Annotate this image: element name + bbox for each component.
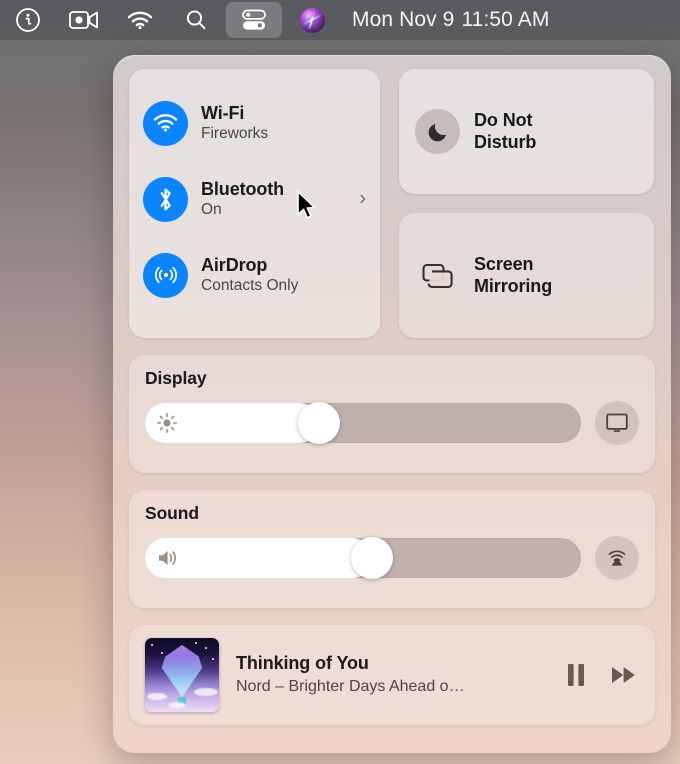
sound-volume-slider[interactable]: [145, 537, 581, 579]
brightness-icon: [156, 412, 178, 434]
siri-orb: [299, 7, 325, 33]
screen-mirroring-tile[interactable]: Screen Mirroring: [399, 213, 654, 338]
volume-icon: [156, 547, 182, 569]
now-playing-text: Thinking of You Nord – Brighter Days Ahe…: [236, 653, 551, 697]
pause-icon[interactable]: [561, 660, 591, 690]
siri-icon[interactable]: [284, 0, 340, 40]
menu-bar: Mon Nov 9 11:50 AM: [0, 0, 680, 40]
screen-record-icon[interactable]: [56, 0, 112, 40]
screen-mirroring-line2: Mirroring: [474, 275, 553, 296]
control-center-icon[interactable]: [226, 2, 282, 38]
airdrop-row[interactable]: AirDrop Contacts Only: [129, 237, 380, 313]
display-brightness-slider[interactable]: [145, 402, 581, 444]
airdrop-icon[interactable]: [143, 252, 188, 298]
menu-bar-date: Mon Nov 9: [352, 8, 455, 31]
display-slider-knob[interactable]: [298, 402, 341, 444]
sound-slider-row: [145, 536, 639, 580]
sound-tile: Sound: [129, 490, 655, 608]
screen-mirroring-line1: Screen: [474, 253, 534, 274]
bluetooth-icon[interactable]: [143, 176, 188, 222]
do-not-disturb-line2: Disturb: [474, 131, 537, 152]
album-artwork[interactable]: [145, 638, 219, 712]
cloud-shape: [147, 693, 167, 700]
display-icon: [606, 413, 628, 432]
display-options-button[interactable]: [595, 401, 639, 445]
now-playing-subtitle: Nord – Brighter Days Ahead o…: [236, 677, 465, 695]
sound-slider-knob[interactable]: [350, 537, 393, 579]
control-center-right-column: Do Not Disturb Screen Mirroring: [399, 69, 654, 338]
wifi-icon[interactable]: [143, 100, 188, 146]
connectivity-tile: Wi-Fi Fireworks Bluetooth On › AirDrop C…: [129, 69, 380, 338]
screen-mirroring-icon: [415, 253, 460, 298]
fast-forward-icon[interactable]: [609, 660, 639, 690]
airdrop-title: AirDrop: [201, 254, 268, 275]
info-icon[interactable]: [0, 0, 56, 40]
chevron-right-icon[interactable]: ›: [359, 188, 366, 211]
now-playing-tile: Thinking of You Nord – Brighter Days Ahe…: [129, 625, 655, 725]
control-center-panel: Wi-Fi Fireworks Bluetooth On › AirDrop C…: [113, 55, 671, 753]
desktop-screen: Mon Nov 9 11:50 AM Wi-Fi Fireworks Bluet…: [0, 0, 680, 764]
display-label: Display: [145, 368, 207, 388]
cloud-shape: [194, 688, 218, 696]
airplay-icon: [608, 550, 626, 566]
wifi-icon[interactable]: [112, 0, 168, 40]
control-center-top-row: Wi-Fi Fireworks Bluetooth On › AirDrop C…: [129, 69, 655, 338]
bluetooth-title: Bluetooth: [201, 178, 285, 199]
bluetooth-subtitle: On: [201, 200, 222, 218]
menu-bar-clock[interactable]: Mon Nov 9 11:50 AM: [352, 8, 549, 32]
wifi-subtitle: Fireworks: [201, 124, 269, 142]
now-playing-title: Thinking of You: [236, 653, 369, 674]
display-tile: Display: [129, 355, 655, 473]
do-not-disturb-line1: Do Not: [474, 109, 533, 130]
now-playing-controls: [561, 660, 639, 690]
wifi-title: Wi-Fi: [201, 102, 245, 123]
moon-icon: [415, 109, 460, 154]
display-slider-row: [145, 401, 639, 445]
bluetooth-row[interactable]: Bluetooth On ›: [129, 161, 380, 237]
sound-output-button[interactable]: [595, 536, 639, 580]
menu-bar-time: 11:50 AM: [461, 8, 550, 31]
do-not-disturb-tile[interactable]: Do Not Disturb: [399, 69, 654, 194]
airdrop-subtitle: Contacts Only: [201, 276, 299, 294]
wifi-row[interactable]: Wi-Fi Fireworks: [129, 85, 380, 161]
sound-label: Sound: [145, 503, 199, 523]
cloud-shape: [169, 702, 185, 708]
search-icon[interactable]: [168, 0, 224, 40]
